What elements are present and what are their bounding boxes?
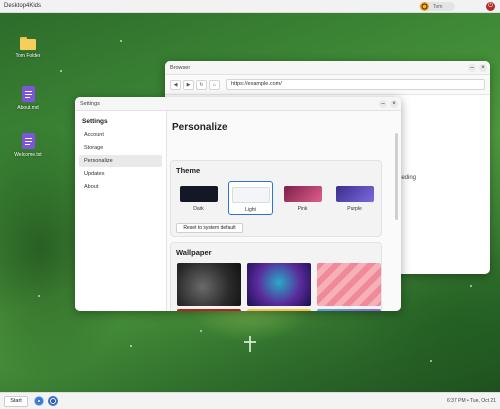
sidebar-item-storage[interactable]: Storage xyxy=(79,142,162,154)
theme-option-label: Dark xyxy=(193,206,204,212)
browser-toolbar: ◀ ▶ ↻ ⌂ https://example.com/ xyxy=(165,75,490,95)
reset-theme-button[interactable]: Reset to system default xyxy=(176,223,243,233)
theme-option-label: Pink xyxy=(297,206,308,212)
start-button[interactable]: Start xyxy=(4,395,28,407)
settings-sidebar: Settings Account Storage Personalize Upd… xyxy=(75,111,167,311)
wallpaper-thumb-sun[interactable] xyxy=(247,309,311,311)
folder-icon xyxy=(20,37,36,50)
theme-option-label: Purple xyxy=(347,206,362,212)
browser-minimize-button[interactable]: – xyxy=(468,64,476,72)
theme-swatch-dark xyxy=(179,186,218,202)
wallpaper-thumb-red[interactable] xyxy=(177,309,241,311)
desktop-icon-label: About.md xyxy=(17,105,39,111)
home-button[interactable]: ⌂ xyxy=(209,79,220,90)
desktop-icon-tom-folder[interactable]: Tom Folder xyxy=(8,37,48,59)
back-button[interactable]: ◀ xyxy=(170,79,181,90)
desktop-icon-label: Welcome.txt xyxy=(14,152,42,158)
theme-swatch-light xyxy=(231,187,270,203)
settings-main-panel: Personalize Theme Dark Light Pink Purple… xyxy=(167,111,401,311)
cross-decoration xyxy=(244,336,256,352)
document-icon xyxy=(21,86,35,102)
taskbar-clock: 6:37 PM • Tue, Oct 21 xyxy=(447,398,496,404)
page-title: Personalize xyxy=(172,122,228,133)
document-icon xyxy=(21,133,35,149)
sidebar-item-updates[interactable]: Updates xyxy=(79,168,162,180)
wallpaper-thumb-aurora[interactable] xyxy=(247,263,311,306)
star-decoration xyxy=(200,330,202,332)
theme-heading: Theme xyxy=(176,166,201,175)
theme-section: Theme Dark Light Pink Purple Reset to sy… xyxy=(170,160,382,237)
user-chip[interactable]: Tom xyxy=(419,2,455,11)
wallpaper-section: Wallpaper xyxy=(170,242,382,311)
settings-close-button[interactable]: × xyxy=(390,100,398,108)
wallpaper-thumb-dark[interactable] xyxy=(177,263,241,306)
sidebar-item-account[interactable]: Account xyxy=(79,129,162,141)
theme-option-pink[interactable]: Pink xyxy=(280,181,325,215)
theme-option-purple[interactable]: Purple xyxy=(332,181,377,215)
settings-scrollbar[interactable] xyxy=(395,133,398,220)
browser-titlebar[interactable]: Browser – × xyxy=(165,61,490,75)
star-decoration xyxy=(38,295,40,297)
theme-option-label: Light xyxy=(245,207,256,213)
star-decoration xyxy=(470,285,472,287)
reload-button[interactable]: ↻ xyxy=(196,79,207,90)
browser-close-button[interactable]: × xyxy=(479,64,487,72)
star-decoration xyxy=(120,40,122,42)
user-name: Tom xyxy=(433,3,443,10)
user-avatar-icon xyxy=(420,2,429,11)
forward-button[interactable]: ▶ xyxy=(183,79,194,90)
power-button[interactable]: ⏻ xyxy=(486,2,495,11)
sidebar-title: Settings xyxy=(82,118,108,125)
theme-option-dark[interactable]: Dark xyxy=(176,181,221,215)
browser-taskbar-icon[interactable] xyxy=(34,396,44,406)
url-input[interactable]: https://example.com/ xyxy=(226,79,485,90)
browser-title: Browser xyxy=(170,64,191,71)
sidebar-item-about[interactable]: About xyxy=(79,181,162,193)
theme-swatch-purple xyxy=(335,186,374,202)
desktop-icon-about[interactable]: About.md xyxy=(8,86,48,111)
star-decoration xyxy=(130,345,132,347)
star-decoration xyxy=(60,70,62,72)
wallpaper-thumb-pink[interactable] xyxy=(317,263,381,306)
top-bar: Desktop4Kids Tom ⏻ xyxy=(0,0,500,13)
wallpaper-thumb-blue[interactable] xyxy=(317,309,381,311)
settings-title: Settings xyxy=(80,100,100,107)
theme-option-light[interactable]: Light xyxy=(228,181,273,215)
desktop-icon-label: Tom Folder xyxy=(15,53,41,59)
sidebar-item-personalize[interactable]: Personalize xyxy=(79,155,162,167)
theme-swatch-pink xyxy=(283,186,322,202)
desktop-icon-welcome[interactable]: Welcome.txt xyxy=(8,133,48,158)
star-decoration xyxy=(430,360,432,362)
settings-titlebar[interactable]: Settings – × xyxy=(75,97,401,111)
settings-window: Settings – × Settings Account Storage Pe… xyxy=(75,97,401,311)
app-title: Desktop4Kids xyxy=(4,3,42,9)
settings-minimize-button[interactable]: – xyxy=(379,100,387,108)
taskbar: Start 6:37 PM • Tue, Oct 21 xyxy=(0,392,500,409)
wallpaper-heading: Wallpaper xyxy=(176,248,212,257)
settings-taskbar-icon[interactable] xyxy=(48,396,58,406)
